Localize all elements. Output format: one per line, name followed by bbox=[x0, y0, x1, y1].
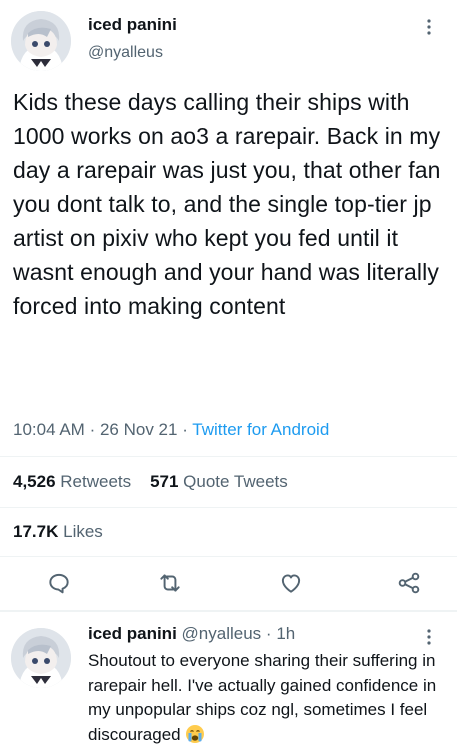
share-icon[interactable] bbox=[396, 570, 422, 596]
tweet-date[interactable]: 26 Nov 21 bbox=[100, 420, 178, 439]
divider bbox=[0, 456, 457, 457]
crying-face-icon bbox=[185, 724, 205, 744]
retweet-stats: 4,526 Retweets 571 Quote Tweets bbox=[13, 472, 288, 492]
retweets-count: 4,526 bbox=[13, 472, 56, 491]
divider bbox=[0, 610, 457, 612]
more-options-icon[interactable] bbox=[424, 18, 434, 36]
quote-count: 571 bbox=[150, 472, 179, 491]
avatar[interactable] bbox=[11, 628, 71, 688]
reply-time[interactable]: 1h bbox=[276, 624, 295, 643]
tweet-meta: 10:04 AM · 26 Nov 21 · Twitter for Andro… bbox=[13, 420, 330, 439]
quote-tweets-link[interactable]: 571 Quote Tweets bbox=[150, 472, 288, 491]
reply-text-container: Shoutout to everyone sharing their suffe… bbox=[88, 649, 448, 747]
reply-text: Shoutout to everyone sharing their suffe… bbox=[88, 651, 437, 744]
avatar[interactable] bbox=[11, 11, 71, 71]
like-icon[interactable] bbox=[278, 570, 304, 596]
retweets-link[interactable]: 4,526 Retweets bbox=[13, 472, 131, 491]
reply-icon[interactable] bbox=[46, 570, 72, 596]
likes-count: 17.7K bbox=[13, 522, 59, 541]
likes-label: Likes bbox=[63, 522, 103, 541]
quote-label: Quote Tweets bbox=[183, 472, 288, 491]
tweet-text: Kids these days calling their ships with… bbox=[13, 89, 441, 319]
divider bbox=[0, 556, 457, 557]
reply-author-name[interactable]: iced panini bbox=[88, 624, 177, 643]
divider bbox=[0, 507, 457, 508]
retweets-label: Retweets bbox=[60, 472, 132, 491]
author-name[interactable]: iced panini bbox=[88, 15, 177, 35]
tweet-time[interactable]: 10:04 AM bbox=[13, 420, 85, 439]
likes-link[interactable]: 17.7K Likes bbox=[13, 522, 103, 542]
retweet-icon[interactable] bbox=[157, 570, 183, 596]
more-options-icon[interactable] bbox=[424, 628, 434, 646]
reply-author-handle[interactable]: @nyalleus bbox=[182, 624, 262, 643]
reply-header: iced panini @nyalleus · 1h bbox=[88, 624, 296, 643]
author-handle[interactable]: @nyalleus bbox=[88, 44, 163, 62]
tweet-source-link[interactable]: Twitter for Android bbox=[192, 420, 329, 439]
